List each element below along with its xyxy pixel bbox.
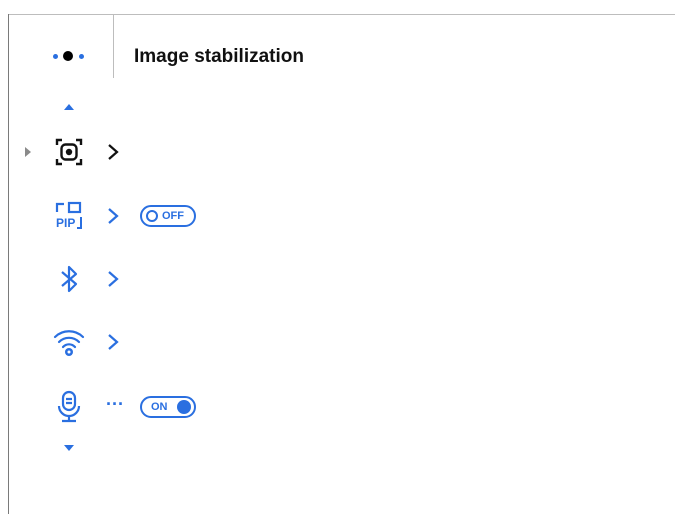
menu-item-wifi[interactable] bbox=[0, 325, 675, 359]
page-title: Image stabilization bbox=[134, 46, 304, 67]
chevron-right-icon bbox=[108, 208, 119, 224]
chevron-right-icon bbox=[108, 271, 119, 287]
header-divider bbox=[113, 14, 114, 78]
bluetooth-icon bbox=[61, 265, 78, 293]
chevron-right-icon bbox=[108, 144, 119, 160]
frame-top-border bbox=[8, 14, 675, 15]
scroll-up-arrow-icon[interactable] bbox=[64, 104, 74, 110]
chevron-right-icon bbox=[108, 334, 119, 350]
menu-item-pip[interactable]: PIP OFF bbox=[0, 199, 675, 233]
svg-text:PIP: PIP bbox=[56, 216, 75, 230]
page-dot bbox=[79, 54, 84, 59]
toggle-knob bbox=[177, 400, 191, 414]
stabilization-icon bbox=[55, 138, 83, 166]
menu-item-bluetooth[interactable] bbox=[0, 262, 675, 296]
scroll-down-arrow-icon[interactable] bbox=[64, 445, 74, 451]
microphone-icon bbox=[57, 390, 81, 423]
menu-item-microphone[interactable]: ··· ON bbox=[0, 390, 675, 424]
page-dot bbox=[53, 54, 58, 59]
page-dot-active bbox=[63, 51, 73, 61]
menu-item-image-stabilization[interactable] bbox=[0, 135, 675, 169]
pip-toggle[interactable]: OFF bbox=[140, 205, 196, 227]
microphone-toggle[interactable]: ON bbox=[140, 396, 196, 418]
toggle-knob bbox=[146, 210, 158, 222]
pip-icon: PIP bbox=[55, 201, 82, 230]
toggle-state-label: ON bbox=[151, 401, 168, 413]
toggle-state-label: OFF bbox=[162, 210, 184, 222]
wifi-settings-icon bbox=[53, 330, 85, 356]
more-indicator: ··· bbox=[106, 394, 124, 414]
